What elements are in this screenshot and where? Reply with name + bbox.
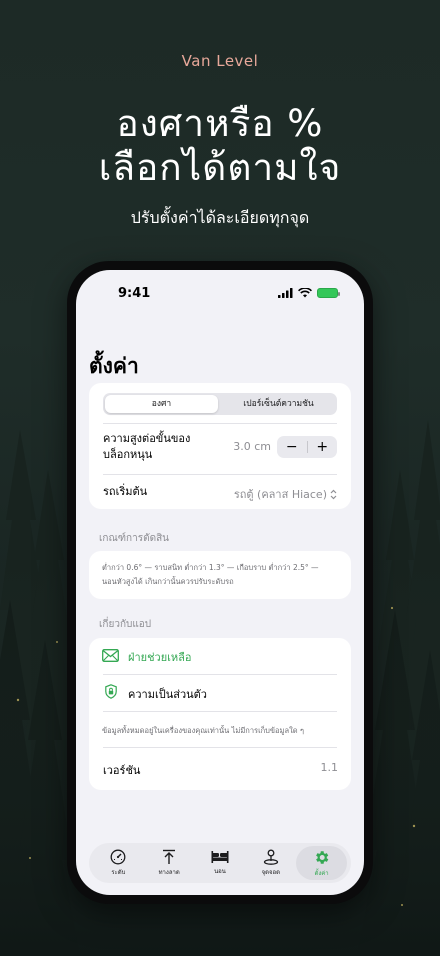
tab-parking-label: จุดจอด [261,869,280,876]
phone-frame: 9:41 ตั้งค่า องศา เปอร์เซ็นต์ความชัน ควา… [67,261,373,904]
tab-sleep[interactable]: นอน [195,846,246,880]
tab-settings-label: ตั้งค่า [314,869,329,877]
privacy-row[interactable]: ความเป็นส่วนตัว [89,675,351,711]
gear-icon [316,850,329,864]
segment-degrees[interactable]: องศา [105,395,218,413]
segment-percent[interactable]: เปอร์เซ็นต์ความชัน [222,395,335,413]
tab-level-label: ระดับ [111,869,126,876]
wifi-icon [298,288,312,298]
support-link: ฝ่ายช่วยเหลือ [128,651,192,664]
block-height-label-line-2: บล็อกหนุน [103,448,153,461]
tab-parking[interactable]: จุดจอด [245,846,296,880]
tab-ramp-label: ทางลาด [158,869,180,876]
brand-name: Van Level [181,52,259,70]
tab-settings[interactable]: ตั้งค่า [296,846,347,880]
signal-icon [278,288,293,298]
tab-ramp[interactable]: ทางลาด [144,846,195,880]
support-row[interactable]: ฝ่ายช่วยเหลือ [89,638,351,674]
promo-headline: องศาหรือ % เลือกได้ตามใจ [0,102,440,190]
ramp-arrow-icon [163,849,176,864]
page-title: ตั้งค่า [89,354,139,378]
app-screen: 9:41 ตั้งค่า องศา เปอร์เซ็นต์ความชัน ควา… [76,270,364,895]
about-card: ฝ่ายช่วยเหลือ ความเป็นส่วนตัว ข้อมูลทั้ง… [89,638,351,790]
tab-sleep-label: นอน [214,868,226,875]
units-segmented-control[interactable]: องศา เปอร์เซ็นต์ความชัน [103,393,337,415]
units-card: องศา เปอร์เซ็นต์ความชัน ความสูงต่อขั้นขอ… [89,383,351,509]
version-label: เวอร์ชัน [103,764,141,777]
divider [103,711,337,712]
about-section-header: เกี่ยวกับแอป [99,619,152,630]
criteria-section-header: เกณฑ์การตัดสิน [99,533,170,544]
block-height-value: 3.0 cm [233,440,271,453]
tab-level[interactable]: ระดับ [93,846,144,880]
divider [103,747,337,748]
tab-bar: ระดับ ทางลาด นอน จุดจอด ตั้งค่า [89,843,351,883]
status-time: 9:41 [118,286,151,301]
default-vehicle-label: รถเริ่มต้น [103,485,148,498]
default-vehicle-value: รถตู้ (คลาส Hiace) [233,488,327,501]
divider [103,423,337,424]
criteria-line-2: นอนหัวสูงได้ เกินกว่านั้นควรปรับระดับรถ [102,577,234,586]
criteria-text: ต่ำกว่า 0.6° — ราบสนิท ต่ำกว่า 1.3° — เก… [102,561,340,589]
divider [103,474,337,475]
battery-icon [317,288,340,298]
criteria-line-1: ต่ำกว่า 0.6° — ราบสนิท ต่ำกว่า 1.3° — เก… [102,563,319,572]
decrement-button[interactable]: − [277,436,307,458]
bed-icon [211,851,229,863]
privacy-link: ความเป็นส่วนตัว [128,688,207,701]
increment-button[interactable]: + [308,436,338,458]
default-vehicle-picker[interactable]: รถตู้ (คลาส Hiace) [234,485,337,503]
block-height-label-line-1: ความสูงต่อขั้นของ [103,432,191,445]
gauge-icon [110,849,126,865]
criteria-card: ต่ำกว่า 0.6° — ราบสนิท ต่ำกว่า 1.3° — เก… [89,551,351,599]
headline-line-1: องศาหรือ % [116,102,324,145]
promo-subhead: ปรับตั้งค่าได้ละเอียดทุกจุด [130,208,310,227]
shield-lock-icon [105,684,117,699]
envelope-icon [102,649,119,662]
status-bar: 9:41 [76,284,364,304]
chevron-up-down-icon [330,489,337,499]
status-icons [278,288,340,298]
block-height-stepper[interactable]: − + [277,436,337,458]
data-privacy-note: ข้อมูลทั้งหมดอยู่ในเครื่องของคุณเท่านั้น… [102,726,305,735]
headline-line-2: เลือกได้ตามใจ [98,146,342,189]
block-height-label: ความสูงต่อขั้นของ บล็อกหนุน [103,431,190,463]
version-value: 1.1 [320,761,339,774]
map-pin-icon [263,849,278,865]
